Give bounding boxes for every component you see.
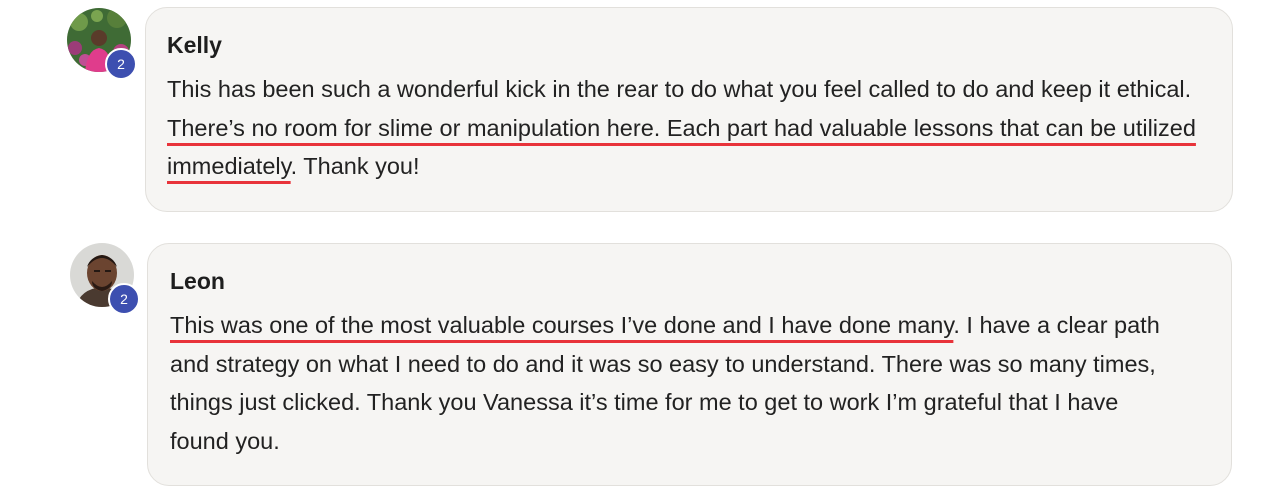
comment-count-badge: 2	[105, 48, 137, 80]
comment-count-badge: 2	[108, 283, 140, 315]
comment-author[interactable]: Kelly	[167, 32, 222, 59]
comment-text: This has been such a wonderful kick in t…	[167, 70, 1217, 186]
comment-bubble: Kelly This has been such a wonderful kic…	[145, 7, 1233, 212]
avatar-kelly[interactable]: 2	[67, 8, 137, 80]
avatar-leon[interactable]: 2	[70, 243, 140, 315]
comment-text: This was one of the most valuable course…	[170, 306, 1180, 460]
comment-text-plain: . Thank you!	[290, 153, 420, 179]
comment-author[interactable]: Leon	[170, 268, 225, 295]
comment-text-plain: This has been such a wonderful kick in t…	[167, 76, 1192, 102]
comment-bubble: Leon This was one of the most valuable c…	[147, 243, 1232, 486]
highlighted-text: This was one of the most valuable course…	[170, 312, 954, 338]
